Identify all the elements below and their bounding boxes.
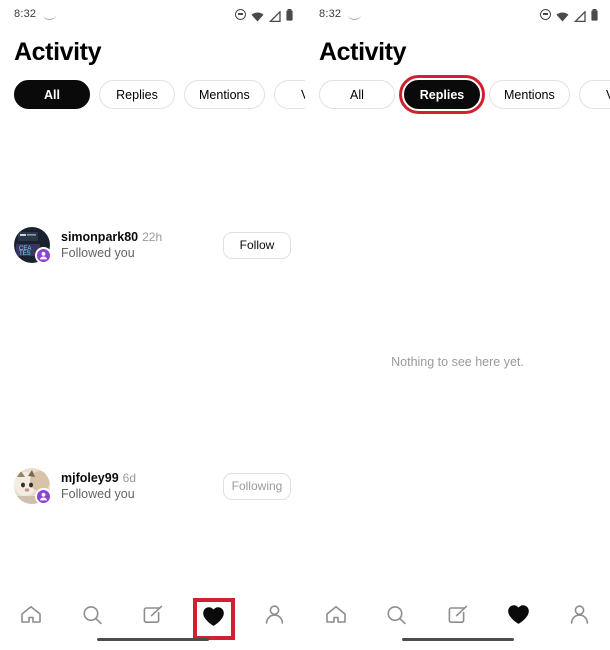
svg-text:TES: TES bbox=[19, 251, 31, 257]
search-icon bbox=[386, 605, 407, 630]
home-indicator bbox=[401, 637, 514, 641]
status-bar-right bbox=[540, 8, 598, 22]
crescent-icon bbox=[348, 10, 362, 20]
tab-label: All bbox=[350, 87, 364, 102]
status-bar: 8:32 bbox=[0, 0, 305, 28]
tab-veri[interactable]: Veri bbox=[273, 80, 305, 109]
heart-icon bbox=[508, 605, 529, 629]
search-icon bbox=[82, 605, 103, 630]
wifi-icon bbox=[251, 9, 264, 21]
activity-row-text: simonpark80 22h Followed you bbox=[61, 230, 223, 260]
nav-home-button[interactable] bbox=[314, 598, 358, 636]
avatar[interactable] bbox=[14, 468, 52, 505]
home-icon bbox=[325, 605, 347, 629]
activity-username-line: simonpark80 22h bbox=[61, 230, 223, 244]
activity-row[interactable]: CEA TES simonpark80 22h Followed you Follow bbox=[0, 221, 305, 269]
compose-icon bbox=[143, 605, 163, 629]
signal-icon bbox=[573, 9, 586, 22]
profile-icon bbox=[265, 605, 284, 629]
nav-compose-button[interactable] bbox=[436, 598, 480, 636]
activity-row[interactable]: mjfoley99 6d Followed you Following bbox=[0, 462, 305, 510]
tab-replies[interactable]: Replies bbox=[399, 75, 485, 114]
status-bar: 8:32 bbox=[305, 0, 610, 28]
tab-mentions[interactable]: Mentions bbox=[184, 80, 265, 109]
tab-label: Veri bbox=[606, 88, 610, 102]
tab-all[interactable]: All bbox=[319, 80, 395, 109]
activity-username-line: mjfoley99 6d bbox=[61, 471, 223, 485]
nav-home-button[interactable] bbox=[9, 598, 53, 636]
phone-screen-left: 8:32 Activity All Replies Mentions Veri CEATES… bbox=[0, 0, 305, 650]
activity-filter-tabs: All Replies Mentions Veri bbox=[0, 67, 305, 109]
dual-screenshot-comparison: 8:32 Activity All Replies Mentions Veri CEATES… bbox=[0, 0, 610, 650]
tab-replies[interactable]: Replies bbox=[99, 80, 175, 109]
nav-compose-button[interactable] bbox=[131, 598, 175, 636]
nav-profile-button[interactable] bbox=[252, 598, 296, 636]
battery-icon bbox=[591, 8, 598, 21]
heart-icon bbox=[203, 607, 225, 631]
nav-heart-button[interactable] bbox=[192, 598, 235, 640]
wifi-icon bbox=[556, 9, 569, 21]
action-button-label: Follow bbox=[239, 238, 275, 252]
person-icon bbox=[39, 251, 48, 260]
avatar[interactable]: CEA TES bbox=[14, 227, 52, 264]
activity-subtitle: Followed you bbox=[61, 246, 135, 260]
status-time: 8:32 bbox=[319, 8, 342, 20]
page-title: Activity bbox=[319, 38, 407, 66]
crescent-icon bbox=[43, 10, 57, 20]
status-bar-left: 8:32 bbox=[319, 8, 362, 20]
empty-state-message: Nothing to see here yet. bbox=[391, 355, 524, 369]
timestamp: 22h bbox=[142, 230, 163, 244]
follow-badge-icon bbox=[35, 488, 52, 505]
tab-veri[interactable]: Veri bbox=[578, 80, 610, 109]
tab-label: Replies bbox=[419, 87, 465, 102]
activity-row-text: mjfoley99 6d Followed you bbox=[61, 471, 223, 501]
tab-mentions[interactable]: Mentions bbox=[489, 80, 570, 109]
tab-label: Replies bbox=[116, 87, 158, 102]
status-bar-left: 8:32 bbox=[14, 8, 57, 20]
do-not-disturb-icon bbox=[235, 8, 246, 20]
activity-subtitle: Followed you bbox=[61, 487, 135, 501]
signal-icon bbox=[268, 9, 281, 22]
battery-icon bbox=[286, 8, 293, 21]
home-indicator bbox=[96, 637, 209, 641]
follow-badge-icon bbox=[35, 247, 52, 264]
person-icon bbox=[39, 492, 48, 501]
nav-search-button[interactable] bbox=[70, 598, 114, 636]
nav-heart-button[interactable] bbox=[497, 598, 541, 636]
following-button[interactable]: Following bbox=[223, 472, 291, 500]
phone-screen-right: 8:32 Activity All Replies Mentions Veri Nothin… bbox=[305, 0, 610, 650]
profile-icon bbox=[570, 605, 589, 629]
tab-all[interactable]: All bbox=[14, 80, 90, 109]
action-button-label: Following bbox=[231, 479, 283, 493]
home-icon bbox=[20, 605, 42, 629]
tab-label: All bbox=[44, 87, 60, 102]
status-time: 8:32 bbox=[14, 8, 37, 20]
timestamp: 6d bbox=[122, 471, 137, 485]
follow-button[interactable]: Follow bbox=[223, 231, 291, 259]
nav-search-button[interactable] bbox=[375, 598, 419, 636]
nav-profile-button[interactable] bbox=[558, 598, 602, 636]
tab-label: Mentions bbox=[199, 87, 250, 102]
status-bar-right bbox=[235, 8, 293, 22]
tab-label: Mentions bbox=[504, 87, 555, 102]
compose-icon bbox=[448, 605, 468, 629]
username[interactable]: simonpark80 bbox=[61, 230, 138, 244]
page-title: Activity bbox=[14, 38, 102, 66]
activity-filter-tabs: All Replies Mentions Veri bbox=[305, 67, 610, 114]
username[interactable]: mjfoley99 bbox=[61, 471, 119, 485]
do-not-disturb-icon bbox=[540, 8, 551, 20]
